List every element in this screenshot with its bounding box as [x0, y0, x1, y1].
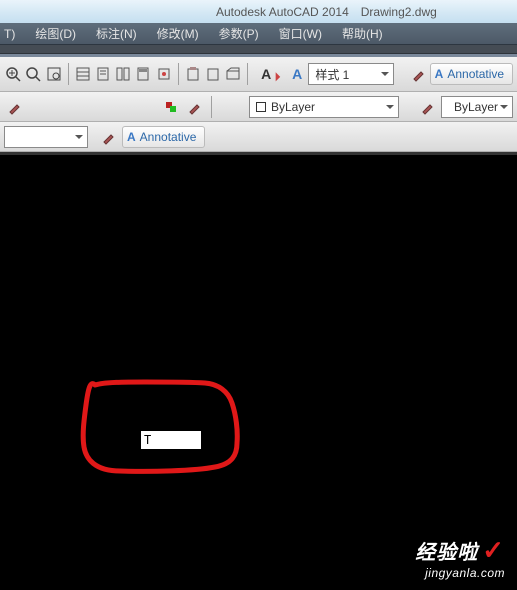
toolbar-row-1: A A 样式 1 A Annotative — [0, 54, 517, 92]
watermark: 经验啦 ✓ jingyanla.com — [415, 535, 505, 580]
annotative-label-2: Annotative — [140, 130, 197, 144]
watermark-url: jingyanla.com — [415, 566, 505, 580]
markup-icon[interactable] — [155, 63, 173, 85]
linetype-dropdown[interactable]: ByLayer — [441, 96, 513, 118]
document-name: Drawing2.dwg — [361, 5, 437, 19]
check-icon: ✓ — [482, 535, 505, 566]
sheet-set-icon[interactable] — [94, 63, 112, 85]
clipboard-icon[interactable] — [204, 63, 222, 85]
text-style-value: 样式 1 — [315, 66, 349, 83]
separator — [178, 63, 179, 85]
menu-item-modify[interactable]: 修改(M) — [157, 25, 199, 42]
paste-icon[interactable] — [184, 63, 202, 85]
brush2-icon[interactable] — [4, 96, 26, 118]
freehand-annotation — [0, 155, 517, 590]
toolbar-row-3: A Annotative — [0, 122, 517, 152]
annotative-label: Annotative — [447, 67, 504, 81]
menu-item-draw[interactable]: 绘图(D) — [35, 25, 76, 42]
calculator-icon[interactable] — [134, 63, 152, 85]
annotative-a-icon: A — [435, 67, 444, 81]
menu-bar: T) 绘图(D) 标注(N) 修改(M) 参数(P) 窗口(W) 帮助(H) — [0, 23, 517, 45]
layer-dropdown[interactable]: ByLayer — [249, 96, 399, 118]
zoom-in-icon[interactable] — [4, 63, 22, 85]
brush-icon[interactable] — [409, 63, 427, 85]
layer-value: ByLayer — [271, 100, 315, 114]
block-icon[interactable] — [224, 63, 242, 85]
annotation-a-icon[interactable]: A — [288, 63, 306, 85]
app-title: Autodesk AutoCAD 2014 — [216, 5, 349, 19]
layer-color-swap-icon[interactable] — [160, 96, 182, 118]
command-input[interactable] — [141, 431, 201, 449]
text-style-dropdown[interactable]: 样式 1 — [308, 63, 394, 85]
title-bar: Autodesk AutoCAD 2014 Drawing2.dwg — [0, 0, 517, 23]
menu-item-dimension[interactable]: 标注(N) — [96, 25, 137, 42]
brush3-icon[interactable] — [184, 96, 206, 118]
separator — [211, 96, 212, 118]
menu-item-t[interactable]: T) — [4, 27, 15, 41]
annotative-button-2[interactable]: A Annotative — [122, 126, 205, 148]
drawing-canvas[interactable]: 经验啦 ✓ jingyanla.com — [0, 155, 517, 590]
zoom-extents-icon[interactable] — [24, 63, 42, 85]
gap — [0, 45, 517, 54]
annotative-button[interactable]: A Annotative — [430, 63, 513, 85]
tool-palettes-icon[interactable] — [114, 63, 132, 85]
menu-item-parametric[interactable]: 参数(P) — [219, 25, 259, 42]
toolbar-row-2: ByLayer ByLayer — [0, 92, 517, 122]
annotative-a2-icon: A — [127, 130, 136, 144]
watermark-text: 经验啦 — [415, 536, 478, 565]
separator — [247, 63, 248, 85]
menu-item-window[interactable]: 窗口(W) — [279, 25, 322, 42]
zoom-window-icon[interactable] — [45, 63, 63, 85]
linetype-value: ByLayer — [454, 100, 498, 114]
separator — [68, 63, 69, 85]
text-style-icon[interactable]: A — [260, 63, 286, 85]
scale-dropdown[interactable] — [4, 126, 88, 148]
brush4-icon[interactable] — [417, 96, 439, 118]
properties-icon[interactable] — [74, 63, 92, 85]
layer-color-swatch-icon — [256, 102, 266, 112]
menu-item-help[interactable]: 帮助(H) — [342, 25, 383, 42]
brush5-icon[interactable] — [98, 126, 120, 148]
